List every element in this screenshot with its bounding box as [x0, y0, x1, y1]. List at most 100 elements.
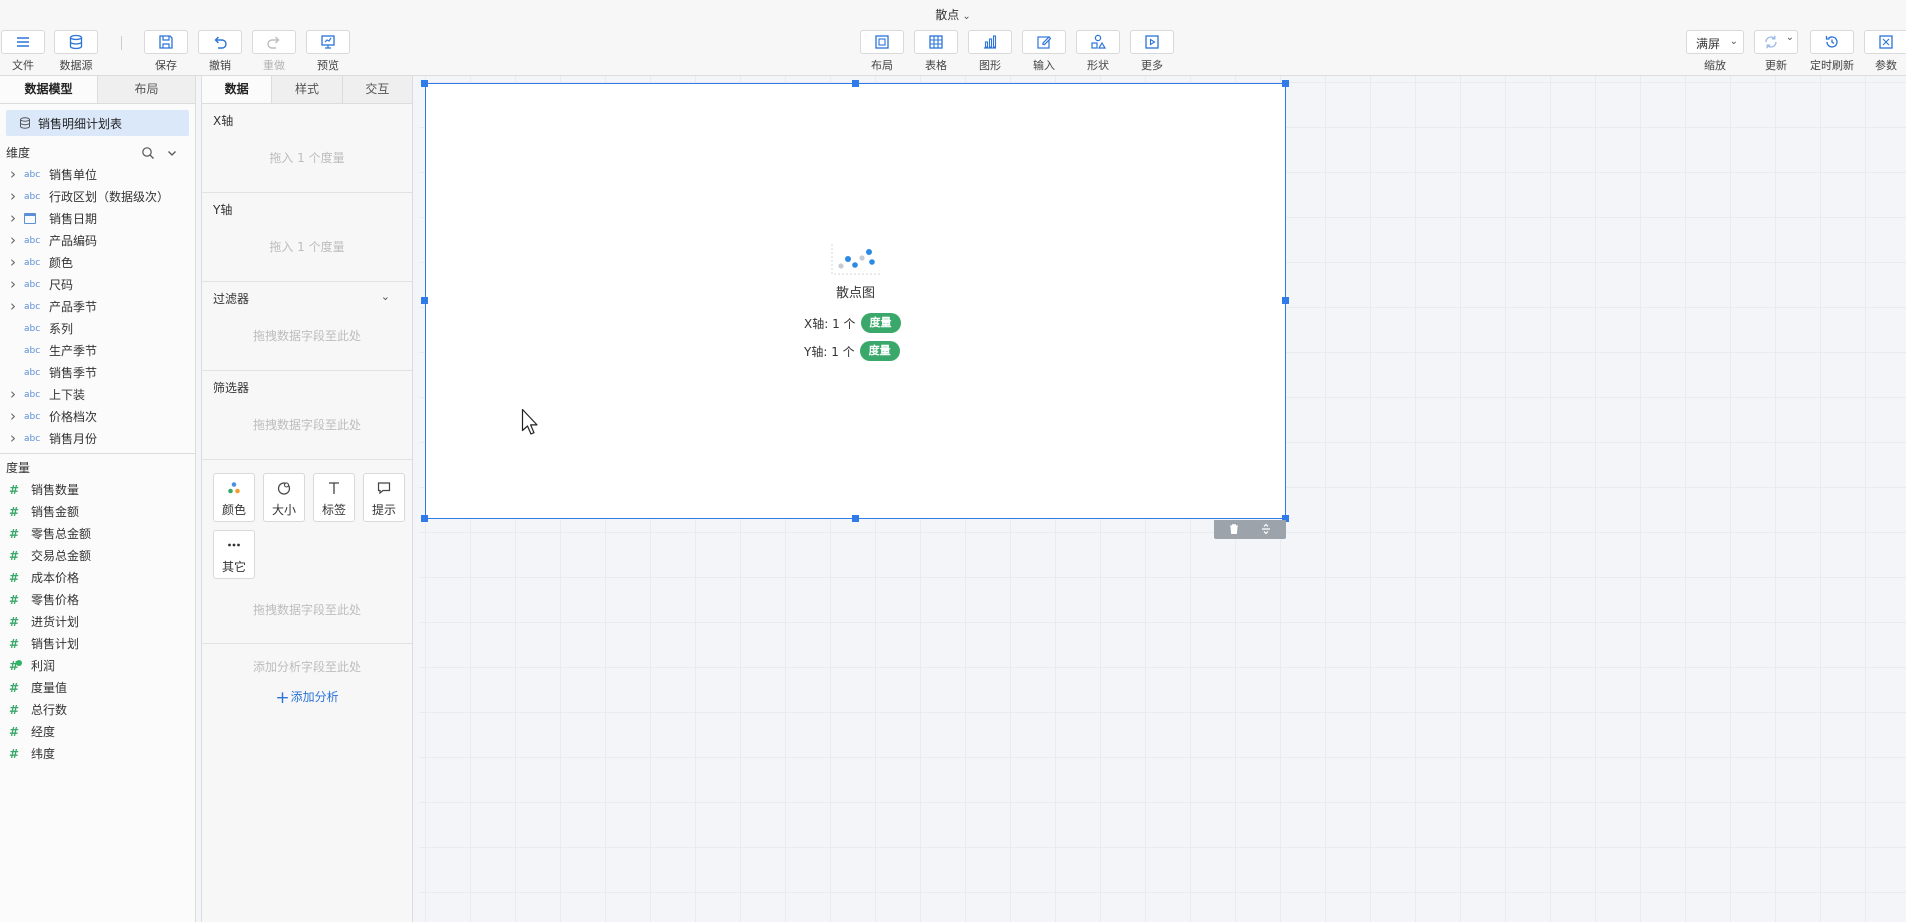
measure-item[interactable]: # 销售计划 — [0, 633, 195, 655]
refresh-button[interactable]: ⌄ 更新 — [1750, 30, 1802, 73]
measure-name: 利润 — [31, 659, 56, 673]
document-title[interactable]: 散点 ⌄ — [0, 6, 1906, 23]
params-button[interactable]: 参数 — [1860, 30, 1906, 73]
resize-handle-left[interactable] — [421, 297, 428, 304]
tooltip-mark-button[interactable]: 提示 — [363, 473, 405, 522]
dimension-name: 系列 — [49, 322, 74, 336]
search-icon[interactable] — [141, 146, 155, 160]
file-button[interactable]: 文件 — [0, 30, 49, 73]
measure-item[interactable]: # 销售金额 — [0, 501, 195, 523]
size-icon — [277, 482, 291, 495]
chart-button[interactable]: 图形 — [964, 30, 1016, 73]
input-button[interactable]: 输入 — [1018, 30, 1070, 73]
dimension-item[interactable]: › abc 上下装 — [0, 384, 195, 406]
add-analysis-button[interactable]: +添加分析 — [202, 688, 412, 708]
y-axis-well[interactable]: Y轴 拖入 1 个度量 — [202, 193, 412, 282]
measure-item[interactable]: # 度量值 — [0, 677, 195, 699]
chevron-right-icon[interactable]: › — [10, 207, 16, 229]
resize-handle-top[interactable] — [852, 80, 859, 87]
dimension-item[interactable]: abc 生产季节 — [0, 340, 195, 362]
chevron-right-icon[interactable]: › — [10, 427, 16, 449]
chevron-right-icon[interactable]: › — [10, 185, 16, 207]
resize-handle-top-right[interactable] — [1282, 80, 1289, 87]
tab-interaction[interactable]: 交互 — [342, 76, 412, 103]
chevron-down-icon[interactable]: ⌄ — [381, 290, 390, 303]
dimension-item[interactable]: › abc 行政区划（数据级次） — [0, 186, 195, 208]
dimension-item[interactable]: › 销售日期 — [0, 208, 195, 230]
chevron-right-icon[interactable]: › — [10, 163, 16, 185]
dimension-item[interactable]: › abc 尺码 — [0, 274, 195, 296]
dimension-item[interactable]: › abc 销售月份 — [0, 428, 195, 450]
resize-handle-right[interactable] — [1282, 297, 1289, 304]
save-button[interactable]: 保存 — [140, 30, 192, 73]
dimension-item[interactable]: abc 系列 — [0, 318, 195, 340]
measure-item[interactable]: # 利润 — [0, 655, 195, 677]
tab-layout[interactable]: 布局 — [98, 76, 195, 103]
preview-button[interactable]: 预览 — [302, 30, 354, 73]
dataset-item[interactable]: 销售明细计划表 — [6, 110, 189, 136]
other-mark-button[interactable]: 其它 — [213, 530, 255, 579]
chevron-right-icon[interactable]: › — [10, 405, 16, 427]
shape-label: 形状 — [1087, 59, 1109, 72]
selector-title: 筛选器 — [213, 381, 250, 395]
params-label: 参数 — [1875, 59, 1897, 72]
label-mark-button[interactable]: 标签 — [313, 473, 355, 522]
tab-style[interactable]: 样式 — [272, 76, 343, 103]
more-icon — [1145, 35, 1159, 49]
more-button[interactable]: 更多 — [1126, 30, 1178, 73]
resize-icon[interactable] — [1260, 523, 1272, 535]
tab-data-model[interactable]: 数据模型 — [0, 76, 98, 103]
chevron-right-icon[interactable]: › — [10, 229, 16, 251]
shape-button[interactable]: 形状 — [1072, 30, 1124, 73]
x-axis-well[interactable]: X轴 拖入 1 个度量 — [202, 104, 412, 193]
dimension-item[interactable]: › abc 销售单位 — [0, 164, 195, 186]
resize-handle-bottom-left[interactable] — [421, 515, 428, 522]
measure-item[interactable]: # 零售总金额 — [0, 523, 195, 545]
x-axis-hint: 拖入 1 个度量 — [269, 151, 345, 165]
redo-button[interactable]: 重做 — [248, 30, 300, 73]
chevron-down-icon[interactable] — [165, 146, 179, 160]
input-label: 输入 — [1033, 59, 1055, 72]
datasource-button[interactable]: 数据源 — [50, 30, 102, 73]
chevron-right-icon[interactable]: › — [10, 295, 16, 317]
chevron-right-icon[interactable]: › — [10, 273, 16, 295]
zoom-select[interactable]: 满屏 ⌄ — [1686, 30, 1744, 54]
resize-handle-bottom[interactable] — [852, 515, 859, 522]
table-button[interactable]: 表格 — [910, 30, 962, 73]
dimension-item[interactable]: abc 销售季节 — [0, 362, 195, 384]
color-mark-button[interactable]: 颜色 — [213, 473, 255, 522]
number-type-icon: # — [9, 593, 20, 607]
size-mark-button[interactable]: 大小 — [263, 473, 305, 522]
undo-button[interactable]: 撤销 — [194, 30, 246, 73]
chart-placeholder: 散点图 X轴: 1 个度量 Y轴: 1 个度量 — [426, 84, 1285, 518]
database-icon — [20, 117, 30, 129]
history-icon — [1825, 36, 1838, 48]
tab-data[interactable]: 数据 — [202, 76, 273, 103]
marks-drop-zone[interactable]: 拖拽数据字段至此处 — [202, 601, 412, 644]
dimension-item[interactable]: › abc 颜色 — [0, 252, 195, 274]
measure-item[interactable]: # 进货计划 — [0, 611, 195, 633]
layout-button[interactable]: 布局 — [856, 30, 908, 73]
resize-handle-top-left[interactable] — [421, 80, 428, 87]
measure-item[interactable]: # 交易总金额 — [0, 545, 195, 567]
selector-well[interactable]: 筛选器 拖拽数据字段至此处 — [202, 371, 412, 460]
dimension-item[interactable]: › abc 价格档次 — [0, 406, 195, 428]
filter-hint: 拖拽数据字段至此处 — [252, 329, 361, 343]
chevron-right-icon[interactable]: › — [10, 383, 16, 405]
number-type-icon: # — [9, 527, 20, 541]
scatter-widget[interactable]: 散点图 X轴: 1 个度量 Y轴: 1 个度量 — [425, 83, 1286, 519]
measure-pill: 度量 — [860, 313, 901, 333]
measure-item[interactable]: # 经度 — [0, 721, 195, 743]
measure-item[interactable]: # 零售价格 — [0, 589, 195, 611]
chevron-right-icon[interactable]: › — [10, 251, 16, 273]
measure-item[interactable]: # 总行数 — [0, 699, 195, 721]
dimension-item[interactable]: › abc 产品季节 — [0, 296, 195, 318]
measure-item[interactable]: # 成本价格 — [0, 567, 195, 589]
filter-well[interactable]: 过滤器 ⌄ 拖拽数据字段至此处 — [202, 282, 412, 371]
chevron-down-icon[interactable]: ⌄ — [1786, 32, 1794, 43]
measure-item[interactable]: # 销售数量 — [0, 479, 195, 501]
measure-item[interactable]: # 纬度 — [0, 743, 195, 765]
timed-refresh-button[interactable]: 定时刷新 — [1806, 30, 1858, 73]
trash-icon[interactable] — [1228, 523, 1240, 535]
dimension-item[interactable]: › abc 产品编码 — [0, 230, 195, 252]
